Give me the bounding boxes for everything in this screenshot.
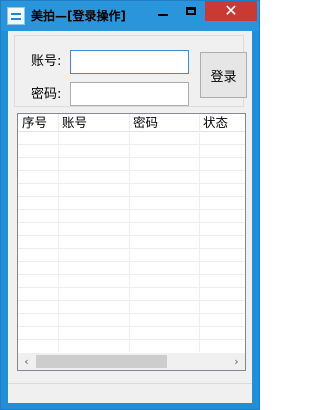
password-label: 密码: — [31, 87, 62, 102]
minimize-icon — [158, 14, 168, 16]
login-group: 账号: 密码: 登录 — [14, 35, 247, 107]
table-header: 序号 账号 密码 状态 — [18, 114, 245, 132]
account-input[interactable] — [70, 50, 189, 74]
password-input[interactable] — [70, 82, 189, 106]
column-header-account[interactable]: 账号 — [58, 114, 126, 131]
account-label: 账号: — [31, 54, 62, 69]
close-button[interactable]: ✕ — [205, 1, 257, 21]
status-bar — [8, 383, 252, 403]
minimize-button[interactable] — [149, 1, 177, 21]
table-body — [18, 132, 245, 352]
scroll-left-icon[interactable]: ‹ — [18, 353, 35, 370]
app-window: 美拍—[登录操作] ✕ 账号: 密码: 登录 序号 账号 密码 状态 ‹ › — [0, 0, 260, 410]
horizontal-scrollbar[interactable]: ‹ › — [18, 353, 245, 370]
accounts-table[interactable]: 序号 账号 密码 状态 ‹ › — [17, 113, 246, 371]
title-bar[interactable]: 美拍—[登录操作] ✕ — [1, 1, 259, 31]
window-title: 美拍—[登录操作] — [31, 9, 126, 23]
close-icon: ✕ — [224, 1, 238, 20]
client-area: 账号: 密码: 登录 序号 账号 密码 状态 ‹ › — [8, 31, 252, 403]
column-header-password[interactable]: 密码 — [129, 114, 197, 131]
scroll-right-icon[interactable]: › — [228, 353, 245, 370]
column-header-index[interactable]: 序号 — [18, 114, 58, 131]
maximize-button[interactable] — [177, 1, 205, 21]
app-icon[interactable] — [7, 7, 25, 25]
scroll-thumb[interactable] — [36, 355, 167, 368]
column-header-status[interactable]: 状态 — [199, 114, 245, 131]
maximize-icon — [186, 7, 196, 15]
login-button[interactable]: 登录 — [200, 52, 247, 98]
